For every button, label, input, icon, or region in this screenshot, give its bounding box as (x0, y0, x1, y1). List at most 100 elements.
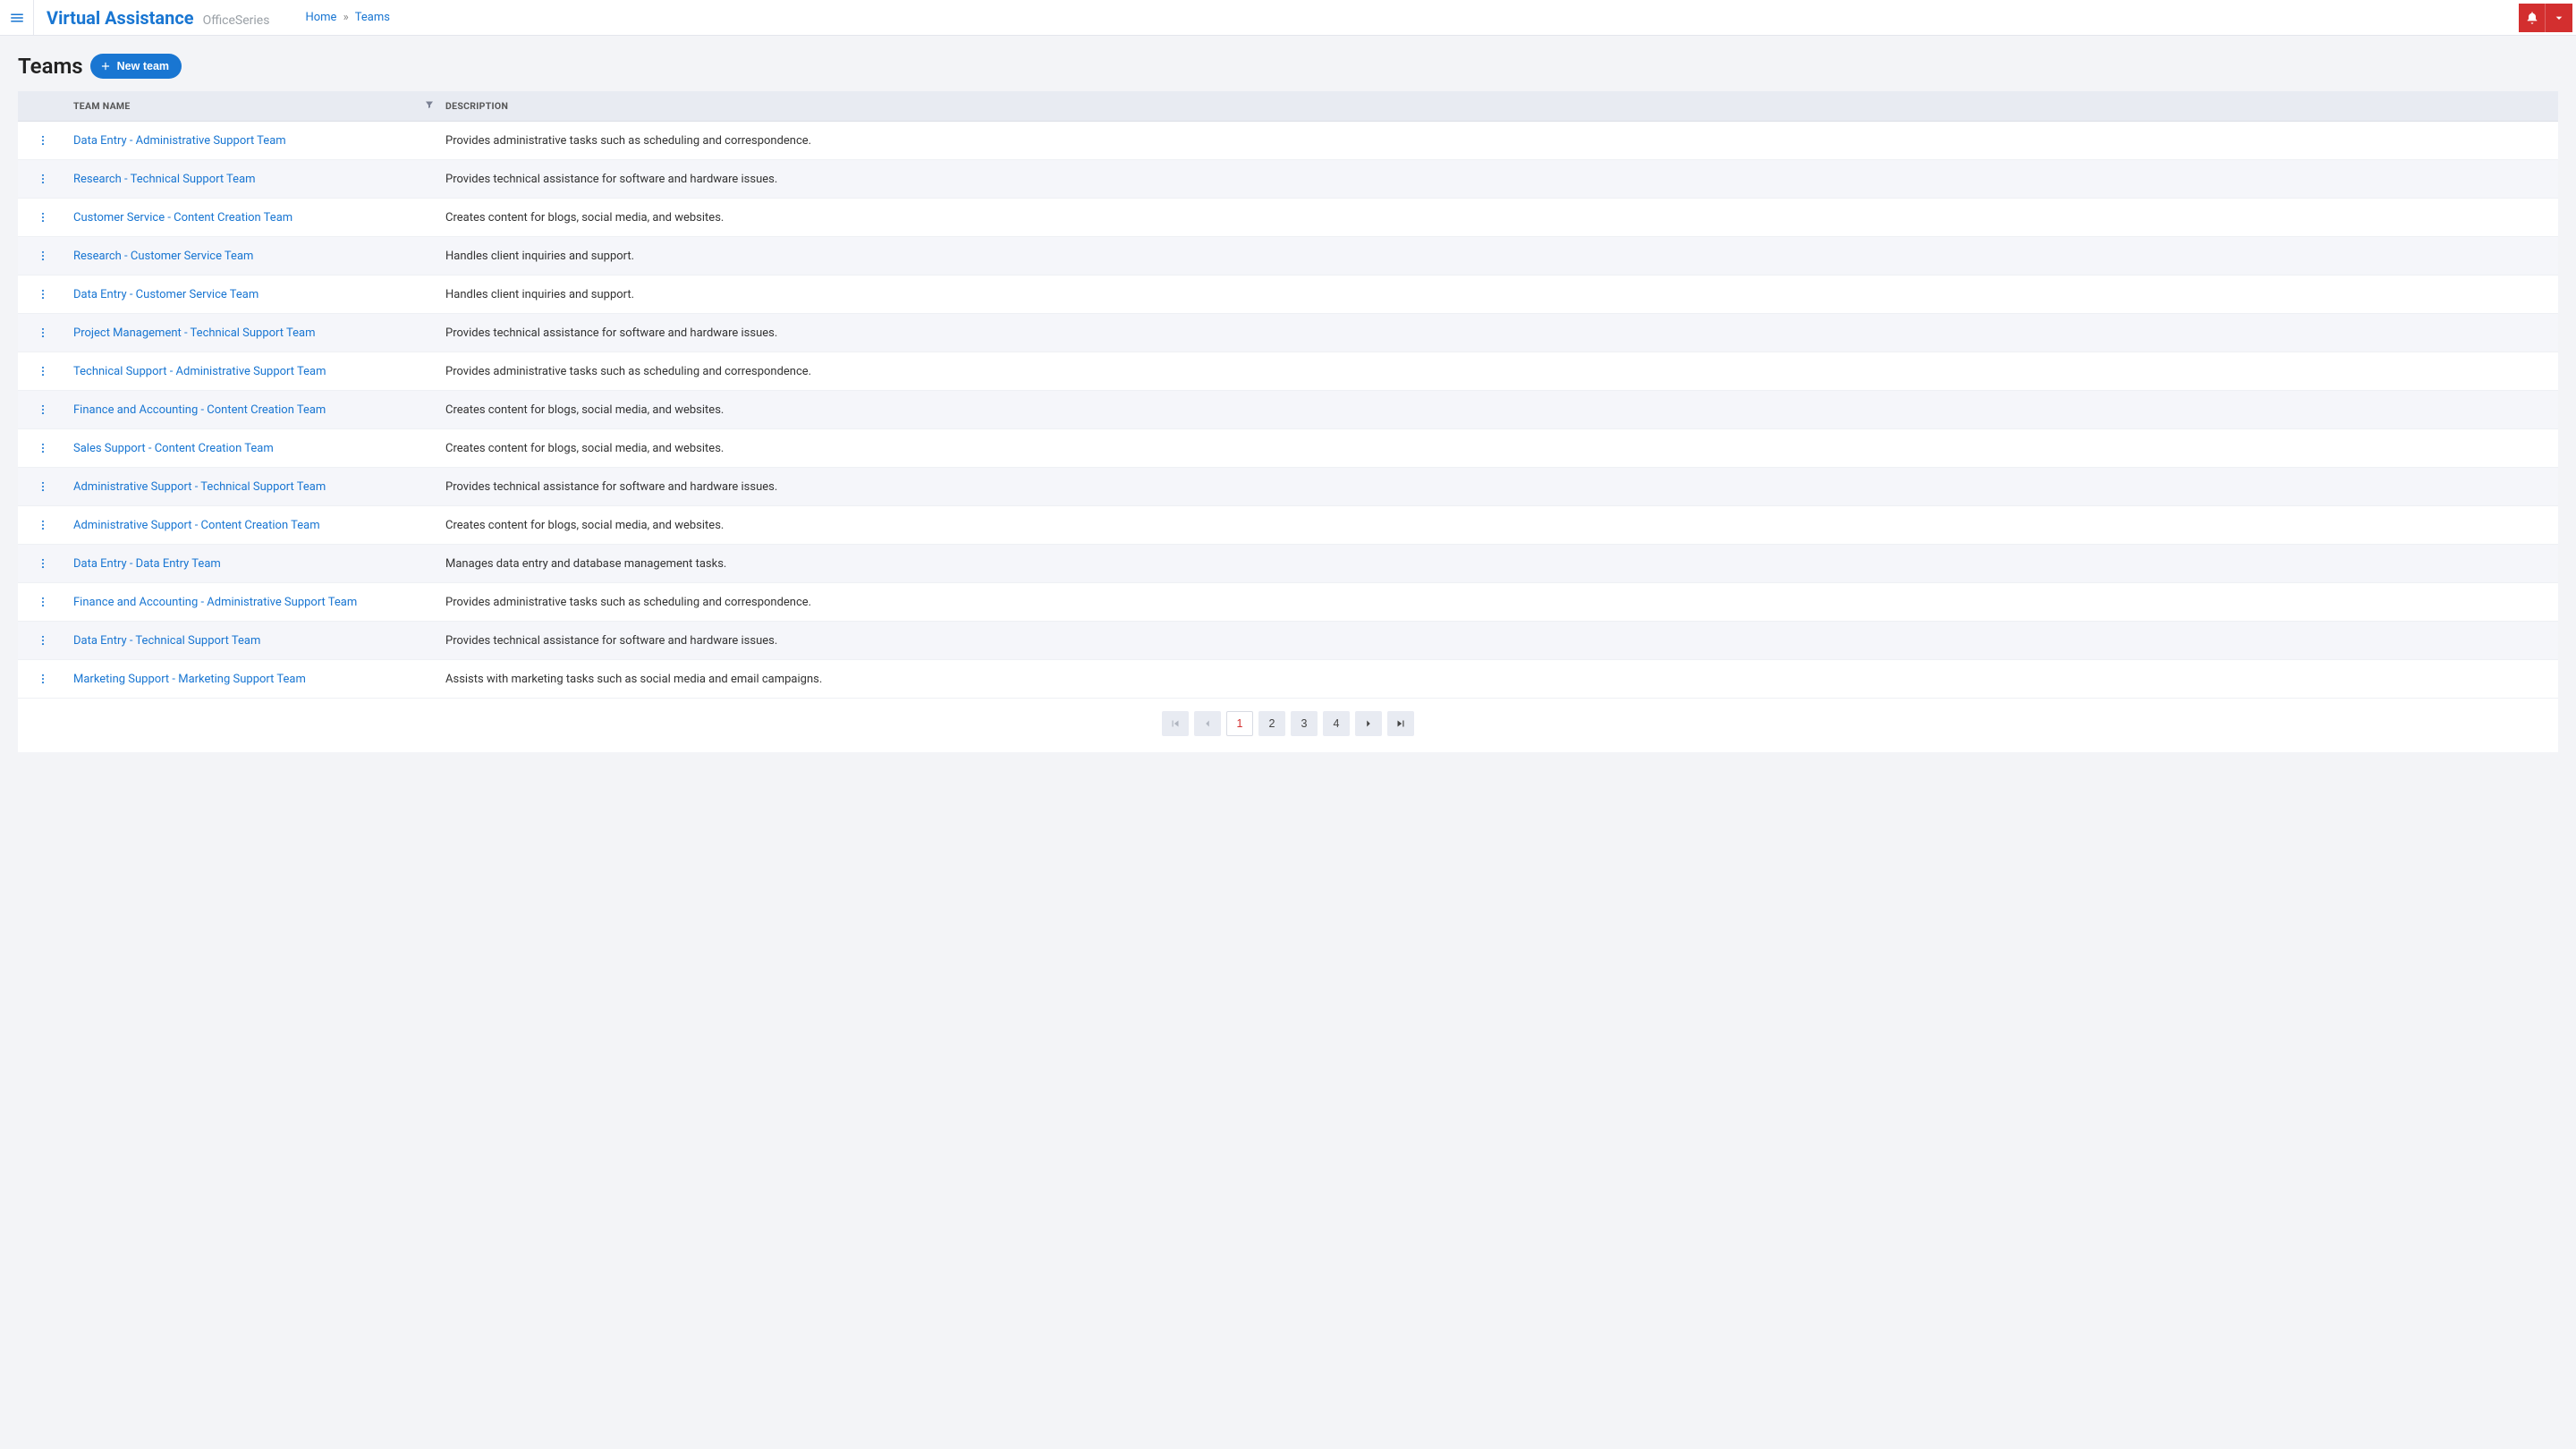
team-description: Provides administrative tasks such as sc… (440, 122, 2558, 160)
kebab-icon (37, 673, 49, 685)
page-title: Teams (18, 54, 83, 79)
page-prev-button[interactable] (1194, 711, 1221, 736)
team-link[interactable]: Technical Support - Administrative Suppo… (73, 365, 326, 378)
team-description: Provides technical assistance for softwa… (440, 622, 2558, 660)
kebab-icon (37, 211, 49, 224)
row-actions-menu[interactable] (23, 286, 63, 302)
kebab-icon (37, 250, 49, 262)
last-page-icon (1394, 717, 1407, 730)
team-description: Assists with marketing tasks such as soc… (440, 660, 2558, 699)
page-next-button[interactable] (1355, 711, 1382, 736)
row-actions-menu[interactable] (23, 132, 63, 148)
page-last-button[interactable] (1387, 711, 1414, 736)
chevron-right-icon (1362, 717, 1375, 730)
kebab-icon (37, 134, 49, 147)
team-link[interactable]: Project Management - Technical Support T… (73, 326, 316, 340)
row-actions-menu[interactable] (23, 402, 63, 418)
team-description: Handles client inquiries and support. (440, 237, 2558, 275)
new-team-button[interactable]: New team (90, 54, 182, 79)
row-actions-menu[interactable] (23, 517, 63, 533)
row-actions-menu[interactable] (23, 248, 63, 264)
team-link[interactable]: Data Entry - Data Entry Team (73, 557, 221, 571)
team-link[interactable]: Finance and Accounting - Administrative … (73, 596, 357, 609)
hamburger-icon (9, 10, 25, 26)
column-header-description[interactable]: Description (440, 91, 2558, 122)
team-link[interactable]: Research - Customer Service Team (73, 250, 253, 263)
user-menu-button[interactable] (2546, 4, 2572, 32)
column-header-name-label: Team Name (73, 100, 131, 112)
brand-subtitle: OfficeSeries (203, 13, 270, 28)
page-number-3[interactable]: 3 (1291, 711, 1318, 736)
kebab-icon (37, 365, 49, 377)
team-link[interactable]: Administrative Support - Technical Suppo… (73, 480, 326, 494)
team-link[interactable]: Data Entry - Administrative Support Team (73, 134, 286, 148)
page-first-button[interactable] (1162, 711, 1189, 736)
bell-icon (2525, 11, 2539, 25)
row-actions-menu[interactable] (23, 594, 63, 610)
page-number-4[interactable]: 4 (1323, 711, 1350, 736)
column-header-name[interactable]: Team Name (68, 91, 440, 122)
table-row: Research - Technical Support Team Provide… (18, 160, 2558, 199)
table-row: Data Entry - Customer Service Team Handle… (18, 275, 2558, 314)
table-row: Finance and Accounting - Content Creatio… (18, 391, 2558, 429)
table-row: Finance and Accounting - Administrative … (18, 583, 2558, 622)
table-row: Data Entry - Technical Support Team Provi… (18, 622, 2558, 660)
team-link[interactable]: Sales Support - Content Creation Team (73, 442, 274, 455)
table-row: Sales Support - Content Creation Team Cre… (18, 429, 2558, 468)
notifications-button[interactable] (2519, 4, 2546, 32)
row-actions-menu[interactable] (23, 555, 63, 572)
team-link[interactable]: Administrative Support - Content Creatio… (73, 519, 320, 532)
table-row: Technical Support - Administrative Suppo… (18, 352, 2558, 391)
breadcrumb-separator: » (343, 11, 349, 24)
pagination: 1234 (18, 699, 2558, 752)
row-actions-menu[interactable] (23, 171, 63, 187)
menu-toggle[interactable] (0, 0, 34, 36)
kebab-icon (37, 634, 49, 647)
kebab-icon (37, 519, 49, 531)
row-actions-menu[interactable] (23, 209, 63, 225)
column-header-description-label: Description (445, 100, 508, 112)
team-description: Creates content for blogs, social media,… (440, 199, 2558, 237)
table-row: Marketing Support - Marketing Support Te… (18, 660, 2558, 699)
team-description: Provides technical assistance for softwa… (440, 160, 2558, 199)
row-actions-menu[interactable] (23, 479, 63, 495)
kebab-icon (37, 326, 49, 339)
team-description: Creates content for blogs, social media,… (440, 429, 2558, 468)
team-description: Creates content for blogs, social media,… (440, 391, 2558, 429)
team-link[interactable]: Data Entry - Customer Service Team (73, 288, 258, 301)
brand-wrap: Virtual Assistance OfficeSeries (34, 7, 269, 29)
chevron-down-icon (2552, 11, 2566, 25)
breadcrumb: Home » Teams (305, 11, 390, 24)
first-page-icon (1169, 717, 1182, 730)
team-link[interactable]: Marketing Support - Marketing Support Te… (73, 673, 306, 686)
row-actions-menu[interactable] (23, 671, 63, 687)
table-row: Project Management - Technical Support T… (18, 314, 2558, 352)
page-number-1[interactable]: 1 (1226, 711, 1253, 736)
team-link[interactable]: Customer Service - Content Creation Team (73, 211, 292, 225)
table-row: Data Entry - Data Entry TeamManages data… (18, 545, 2558, 583)
row-actions-menu[interactable] (23, 363, 63, 379)
plus-icon (99, 60, 112, 72)
topbar-right (2519, 4, 2572, 32)
row-actions-menu[interactable] (23, 632, 63, 648)
filter-icon[interactable] (424, 99, 435, 113)
brand[interactable]: Virtual Assistance (47, 7, 194, 29)
team-description: Provides technical assistance for softwa… (440, 314, 2558, 352)
kebab-icon (37, 288, 49, 301)
kebab-icon (37, 557, 49, 570)
breadcrumb-home[interactable]: Home (305, 11, 336, 24)
team-link[interactable]: Research - Technical Support Team (73, 173, 256, 186)
table-row: Administrative Support - Technical Suppo… (18, 468, 2558, 506)
table-row: Research - Customer Service Team Handles … (18, 237, 2558, 275)
team-description: Provides technical assistance for softwa… (440, 468, 2558, 506)
row-actions-menu[interactable] (23, 440, 63, 456)
team-link[interactable]: Finance and Accounting - Content Creatio… (73, 403, 326, 417)
teams-table-wrap: Team Name Description Data Entry - Admin… (18, 91, 2558, 752)
team-link[interactable]: Data Entry - Technical Support Team (73, 634, 260, 648)
page-number-2[interactable]: 2 (1258, 711, 1285, 736)
row-actions-menu[interactable] (23, 325, 63, 341)
kebab-icon (37, 173, 49, 185)
page-header: Teams New team (18, 54, 2558, 79)
team-description: Handles client inquiries and support. (440, 275, 2558, 314)
page-body: Teams New team Team Name (0, 36, 2576, 770)
